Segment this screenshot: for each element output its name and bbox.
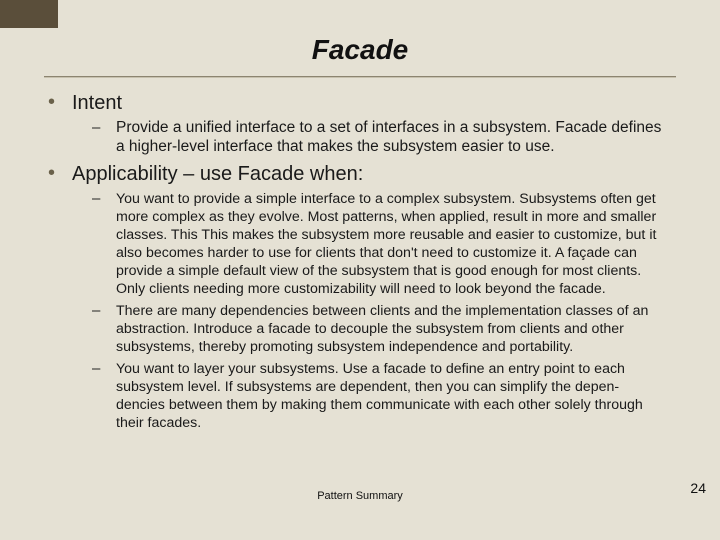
title-underline	[44, 76, 676, 78]
applicability-text-3: You want to layer your subsystems. Use a…	[116, 361, 643, 431]
applicability-section: Applicability – use Facade when: You wan…	[72, 163, 665, 432]
applicability-bullet-1: You want to provide a simple interface t…	[116, 190, 665, 298]
page-number: 24	[690, 480, 706, 496]
content-list: Intent Provide a unified interface to a …	[72, 92, 665, 432]
intent-text: Provide a unified interface to a set of …	[116, 119, 661, 155]
slide: Facade Intent Provide a unified interfac…	[0, 0, 720, 540]
applicability-label: Applicability – use Facade when:	[72, 163, 363, 185]
intent-bullet: Provide a unified interface to a set of …	[116, 119, 665, 157]
applicability-bullet-3: You want to layer your subsystems. Use a…	[116, 360, 665, 432]
applicability-sublist: You want to provide a simple interface t…	[116, 190, 665, 432]
applicability-text-1: You want to provide a simple interface t…	[116, 191, 656, 297]
footer-label: Pattern Summary	[0, 490, 720, 502]
intent-sublist: Provide a unified interface to a set of …	[116, 119, 665, 157]
slide-title: Facade	[0, 34, 720, 66]
intent-label: Intent	[72, 92, 122, 114]
applicability-text-2: There are many dependencies between clie…	[116, 303, 648, 355]
applicability-bullet-2: There are many dependencies between clie…	[116, 302, 665, 356]
intent-section: Intent Provide a unified interface to a …	[72, 92, 665, 157]
